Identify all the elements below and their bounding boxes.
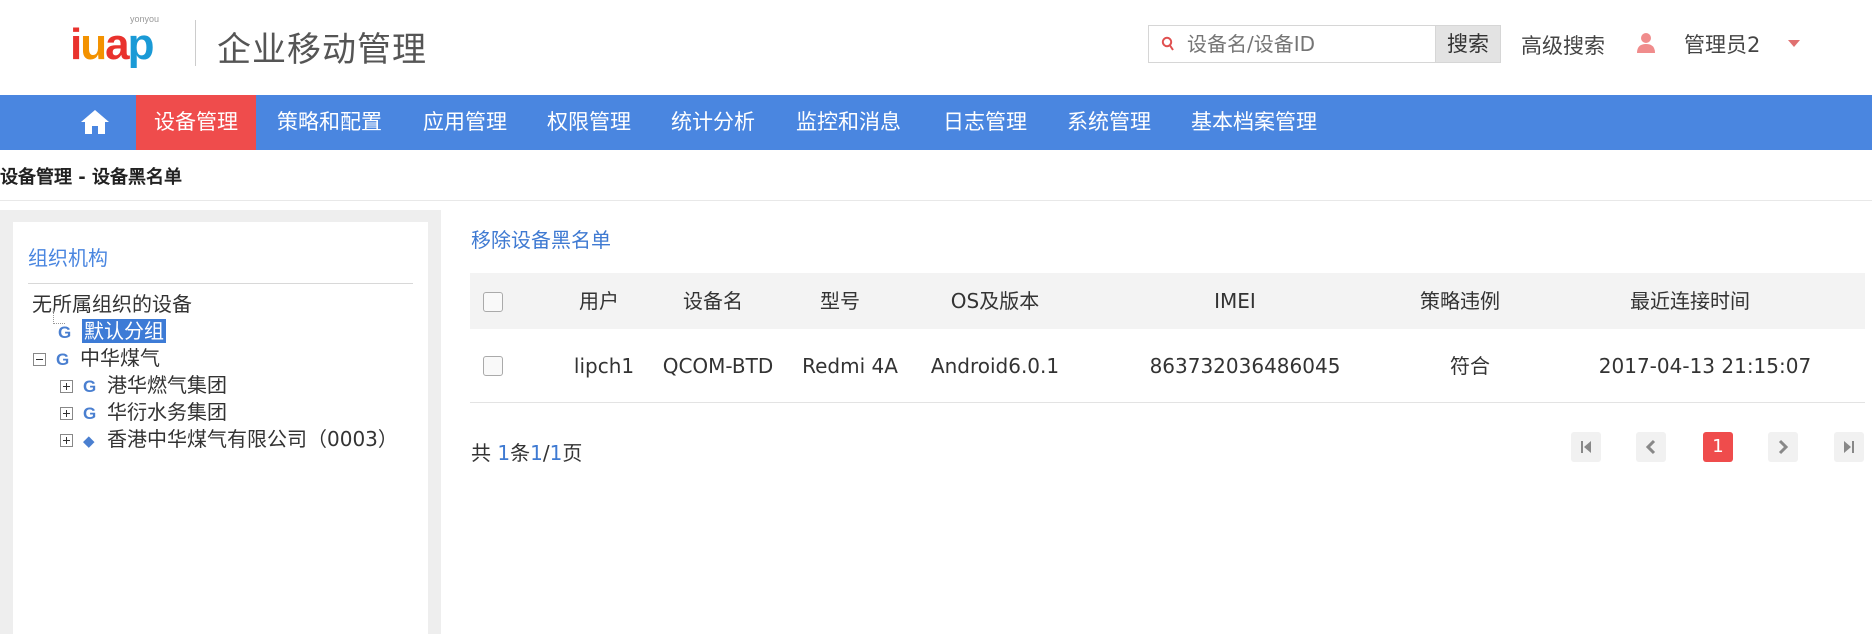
group-icon: G bbox=[83, 404, 97, 423]
next-page-button[interactable] bbox=[1768, 432, 1798, 462]
nav-permission-management[interactable]: 权限管理 bbox=[529, 95, 649, 150]
app-title: 企业移动管理 bbox=[217, 30, 427, 70]
nav-monitoring-messages[interactable]: 监控和消息 bbox=[778, 95, 919, 150]
first-page-button[interactable] bbox=[1571, 432, 1601, 462]
nav-device-management[interactable]: 设备管理 bbox=[136, 95, 256, 150]
divider bbox=[28, 283, 413, 284]
home-icon[interactable] bbox=[80, 109, 110, 135]
org-tree-title: 组织机构 bbox=[28, 246, 108, 270]
tree-node-towngas[interactable]: G 中华煤气 bbox=[33, 342, 160, 371]
tree-node-water-group[interactable]: G 华衍水务集团 bbox=[60, 396, 227, 425]
first-page-icon bbox=[1581, 441, 1591, 453]
chevron-left-icon bbox=[1645, 439, 1656, 455]
cell-policy: 符合 bbox=[1450, 354, 1490, 378]
table-row[interactable]: lipch1 QCOM-BTD Redmi 4A Android6.0.1 86… bbox=[470, 329, 1865, 403]
iuap-logo[interactable]: yonyou iuap bbox=[70, 14, 166, 72]
nav-log-management[interactable]: 日志管理 bbox=[925, 95, 1045, 150]
nav-archive-management[interactable]: 基本档案管理 bbox=[1173, 95, 1335, 150]
group-icon: G bbox=[83, 377, 97, 396]
expand-icon[interactable] bbox=[60, 434, 73, 447]
nav-statistics[interactable]: 统计分析 bbox=[653, 95, 773, 150]
cell-user: lipch1 bbox=[573, 354, 635, 378]
diamond-icon: ◆ bbox=[83, 432, 95, 450]
user-name[interactable]: 管理员2 bbox=[1684, 29, 1760, 59]
prev-page-button[interactable] bbox=[1636, 432, 1666, 462]
pager-summary: 共 1条1/1页 bbox=[471, 437, 582, 466]
column-header-device-name[interactable]: 设备名 bbox=[658, 273, 768, 329]
tree-node-label: 中华煤气 bbox=[80, 346, 160, 370]
search-box bbox=[1148, 25, 1436, 63]
chevron-down-icon[interactable] bbox=[1788, 40, 1800, 47]
expand-icon[interactable] bbox=[60, 380, 73, 393]
column-header-model[interactable]: 型号 bbox=[790, 273, 890, 329]
search-input[interactable] bbox=[1187, 26, 1427, 62]
pager-label: 条 bbox=[510, 441, 531, 465]
user-icon bbox=[1637, 33, 1655, 53]
pager-separator: / bbox=[542, 441, 550, 465]
chevron-right-icon bbox=[1778, 439, 1789, 455]
org-tree-panel: 组织机构 无所属组织的设备 G 默认分组 G 中华煤气 G 港华燃气集团 G 华衍水务集… bbox=[13, 222, 428, 634]
cell-last-connection: 2017-04-13 21:15:07 bbox=[1598, 354, 1812, 378]
last-page-button[interactable] bbox=[1834, 432, 1864, 462]
column-header-last-connection[interactable]: 最近连接时间 bbox=[1590, 273, 1790, 329]
column-header-imei[interactable]: IMEI bbox=[1185, 273, 1285, 329]
tree-node-label: 港华燃气集团 bbox=[107, 373, 227, 397]
tree-node-towngas-china[interactable]: G 港华燃气集团 bbox=[60, 369, 227, 398]
search-icon bbox=[1161, 36, 1174, 51]
column-header-policy[interactable]: 策略违例 bbox=[1405, 273, 1515, 329]
tree-node-default-group[interactable]: G 默认分组 bbox=[58, 315, 166, 344]
last-page-icon bbox=[1844, 441, 1854, 453]
header: yonyou iuap 企业移动管理 搜索 高级搜索 管理员2 bbox=[0, 0, 1872, 95]
table-header: 用户 设备名 型号 OS及版本 IMEI 策略违例 最近连接时间 bbox=[470, 273, 1865, 329]
column-header-os[interactable]: OS及版本 bbox=[915, 273, 1075, 329]
column-header-user[interactable]: 用户 bbox=[554, 273, 644, 329]
cell-device-name: QCOM-BTD bbox=[662, 354, 774, 378]
remove-blacklist-button[interactable]: 移除设备黑名单 bbox=[471, 224, 611, 253]
logo-divider bbox=[195, 20, 196, 66]
nav-app-management[interactable]: 应用管理 bbox=[405, 95, 525, 150]
pager-label: 共 bbox=[471, 441, 491, 465]
advanced-search-link[interactable]: 高级搜索 bbox=[1521, 30, 1605, 60]
group-icon: G bbox=[58, 323, 72, 342]
pager-total: 1 bbox=[497, 441, 511, 465]
collapse-icon[interactable] bbox=[33, 353, 46, 366]
cell-os: Android6.0.1 bbox=[930, 354, 1060, 378]
select-all-checkbox[interactable] bbox=[483, 292, 503, 312]
tree-node-hk-china-gas[interactable]: ◆ 香港中华煤气有限公司（0003） bbox=[60, 423, 398, 452]
expand-icon[interactable] bbox=[60, 407, 73, 420]
main-nav: 设备管理 策略和配置 应用管理 权限管理 统计分析 监控和消息 日志管理 系统管… bbox=[0, 95, 1872, 150]
nav-policy-config[interactable]: 策略和配置 bbox=[259, 95, 400, 150]
pager-pages: 1 bbox=[549, 441, 563, 465]
tree-node-label: 香港中华煤气有限公司（0003） bbox=[107, 427, 398, 451]
group-icon: G bbox=[56, 350, 70, 369]
tree-node-label: 默认分组 bbox=[82, 319, 166, 343]
tree-node-label: 华衍水务集团 bbox=[107, 400, 227, 424]
row-checkbox[interactable] bbox=[483, 356, 503, 376]
pager-page: 1 bbox=[530, 441, 543, 465]
pager-label: 页 bbox=[562, 441, 583, 465]
cell-imei: 863732036486045 bbox=[1149, 354, 1341, 378]
page-number-button[interactable]: 1 bbox=[1703, 432, 1733, 462]
search-button[interactable]: 搜索 bbox=[1435, 25, 1501, 63]
divider bbox=[0, 200, 1872, 201]
cell-model: Redmi 4A bbox=[802, 354, 898, 378]
logo-text: iuap bbox=[70, 20, 154, 69]
breadcrumb: 设备管理 - 设备黑名单 bbox=[0, 167, 183, 188]
nav-system-management[interactable]: 系统管理 bbox=[1049, 95, 1169, 150]
